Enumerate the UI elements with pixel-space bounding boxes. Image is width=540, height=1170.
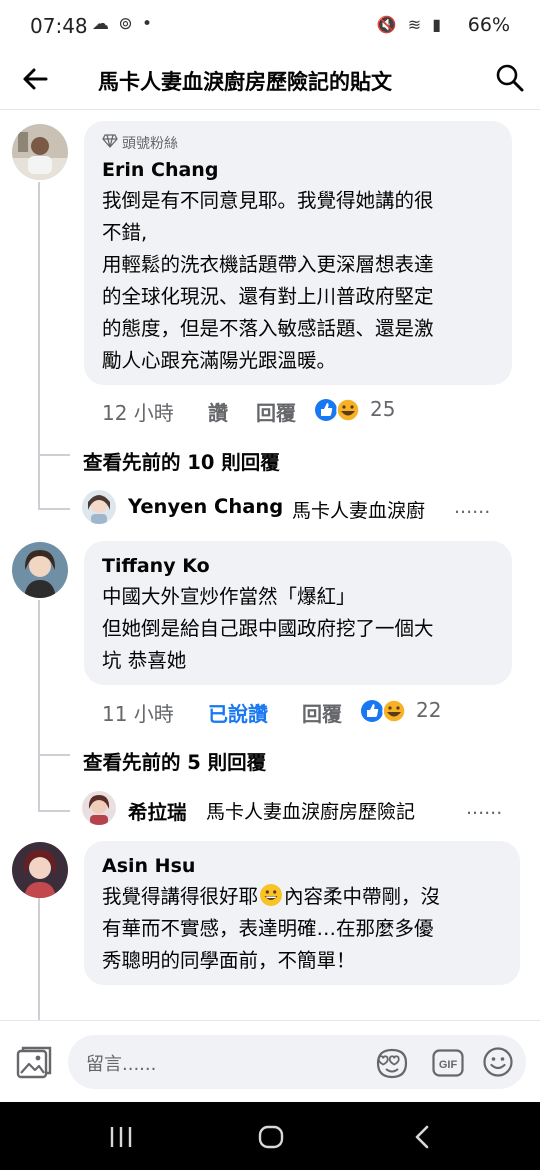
page-title: 馬卡人妻血淚廚房歷險記的貼文 bbox=[98, 70, 392, 94]
thread-line-branch bbox=[38, 454, 70, 456]
comment-time: 12 小時 bbox=[102, 401, 174, 425]
back-arrow-icon[interactable] bbox=[20, 64, 50, 94]
reply-ellipsis: ...... bbox=[466, 797, 503, 819]
avatar bbox=[82, 490, 116, 524]
comment-text-part: 我覺得講得很好耶 bbox=[102, 885, 259, 908]
comment-bubble[interactable]: 頭號粉絲 Erin Chang 我倒是有不同意見耶。我覺得她講的很 不錯, 用輕… bbox=[84, 121, 512, 385]
reply-snippet: 馬卡人妻血淚廚 bbox=[292, 500, 426, 522]
view-previous-replies[interactable]: 查看先前的 5 則回覆 bbox=[83, 746, 266, 775]
avatar[interactable] bbox=[12, 542, 68, 598]
back-icon[interactable] bbox=[408, 1122, 438, 1152]
reaction-count: 25 bbox=[370, 397, 396, 421]
gif-icon[interactable]: GIF bbox=[432, 1047, 464, 1079]
photo-icon[interactable] bbox=[14, 1043, 54, 1083]
top-fan-badge: 頭號粉絲 bbox=[102, 133, 178, 153]
reply-button[interactable]: 回覆 bbox=[256, 397, 296, 426]
reaction-icons[interactable] bbox=[314, 398, 362, 422]
comment-text: 我倒是有不同意見耶。我覺得她講的很 不錯, 用輕鬆的洗衣機話題帶入更深層想表達 … bbox=[102, 189, 434, 372]
avatar[interactable] bbox=[12, 124, 68, 180]
reply-author: Yenyen Chang bbox=[128, 495, 284, 518]
reply-author: 希拉瑞 bbox=[128, 801, 187, 824]
status-time: 07:48 bbox=[30, 14, 88, 38]
comment-text-part: 內容柔中帶剛，沒 bbox=[284, 885, 441, 908]
comment-bubble[interactable]: Tiffany Ko 中國大外宣炒作當然「爆紅」 但她倒是給自己跟中國政府挖了一… bbox=[84, 541, 512, 685]
grinning-emoji-icon bbox=[259, 883, 283, 907]
emoji-icon[interactable] bbox=[482, 1046, 514, 1078]
thread-line-branch bbox=[38, 754, 70, 756]
like-button[interactable]: 已說讚 bbox=[208, 698, 268, 727]
reaction-count: 22 bbox=[416, 698, 442, 722]
reply-button[interactable]: 回覆 bbox=[302, 698, 342, 727]
comment-author[interactable]: Erin Chang bbox=[102, 159, 218, 181]
system-navigation-bar bbox=[0, 1102, 540, 1170]
recent-apps-icon[interactable] bbox=[106, 1122, 136, 1152]
comment-time: 11 小時 bbox=[102, 702, 174, 726]
status-notification-icons: ☁ ⊚ • bbox=[92, 14, 155, 34]
diamond-icon bbox=[102, 134, 118, 152]
comment-input[interactable]: 留言...... GIF bbox=[68, 1035, 526, 1089]
reply-preview[interactable]: Yenyen Chang 馬卡人妻血淚廚 ...... bbox=[82, 490, 512, 526]
comment-input-placeholder: 留言...... bbox=[86, 1054, 157, 1075]
battery-level: 66% bbox=[467, 14, 510, 36]
gif-icon-label: GIF bbox=[439, 1059, 458, 1071]
status-signal-icons: 🔇 ≋ ▮ bbox=[376, 15, 444, 34]
comment-input-bar: 留言...... GIF bbox=[0, 1020, 540, 1102]
comment-text: 我覺得講得很好耶 內容柔中帶剛，沒 有華而不實感，表達明確…在那麼多優 秀聰明的同… bbox=[102, 881, 512, 977]
reply-ellipsis: ...... bbox=[454, 496, 491, 518]
search-icon[interactable] bbox=[494, 62, 526, 94]
avatar-sticker-icon[interactable] bbox=[374, 1047, 410, 1079]
view-previous-replies[interactable]: 查看先前的 10 則回覆 bbox=[83, 446, 280, 475]
status-bar: 07:48 ☁ ⊚ • 🔇 ≋ ▮ 66% bbox=[0, 0, 540, 56]
avatar[interactable] bbox=[12, 842, 68, 898]
comment-text: 中國大外宣炒作當然「爆紅」 但她倒是給自己跟中國政府挖了一個大 坑 恭喜她 bbox=[102, 585, 434, 672]
comment-text-part: 有華而不實感，表達明確…在那麼多優 秀聰明的同學面前，不簡單！ bbox=[102, 917, 434, 972]
reaction-icons[interactable] bbox=[360, 699, 408, 723]
thread-line-branch bbox=[38, 508, 70, 510]
avatar bbox=[82, 791, 116, 825]
thread-line-branch bbox=[38, 810, 70, 812]
like-button[interactable]: 讚 bbox=[208, 397, 228, 426]
reply-preview[interactable]: 希拉瑞 馬卡人妻血淚廚房歷險記 ...... bbox=[82, 791, 512, 827]
home-icon[interactable] bbox=[256, 1122, 286, 1152]
badge-label: 頭號粉絲 bbox=[122, 136, 178, 152]
thread-line bbox=[38, 600, 40, 812]
comment-bubble[interactable]: Asin Hsu 我覺得講得很好耶 內容柔中帶剛，沒 有華而不實感，表達明確…在那… bbox=[84, 841, 520, 985]
header-bar: 馬卡人妻血淚廚房歷險記的貼文 bbox=[0, 50, 540, 110]
reply-snippet: 馬卡人妻血淚廚房歷險記 bbox=[206, 801, 416, 823]
comment-author[interactable]: Asin Hsu bbox=[102, 855, 195, 877]
thread-line bbox=[38, 182, 40, 510]
thread-line bbox=[38, 898, 40, 1020]
comment-author[interactable]: Tiffany Ko bbox=[102, 555, 210, 577]
